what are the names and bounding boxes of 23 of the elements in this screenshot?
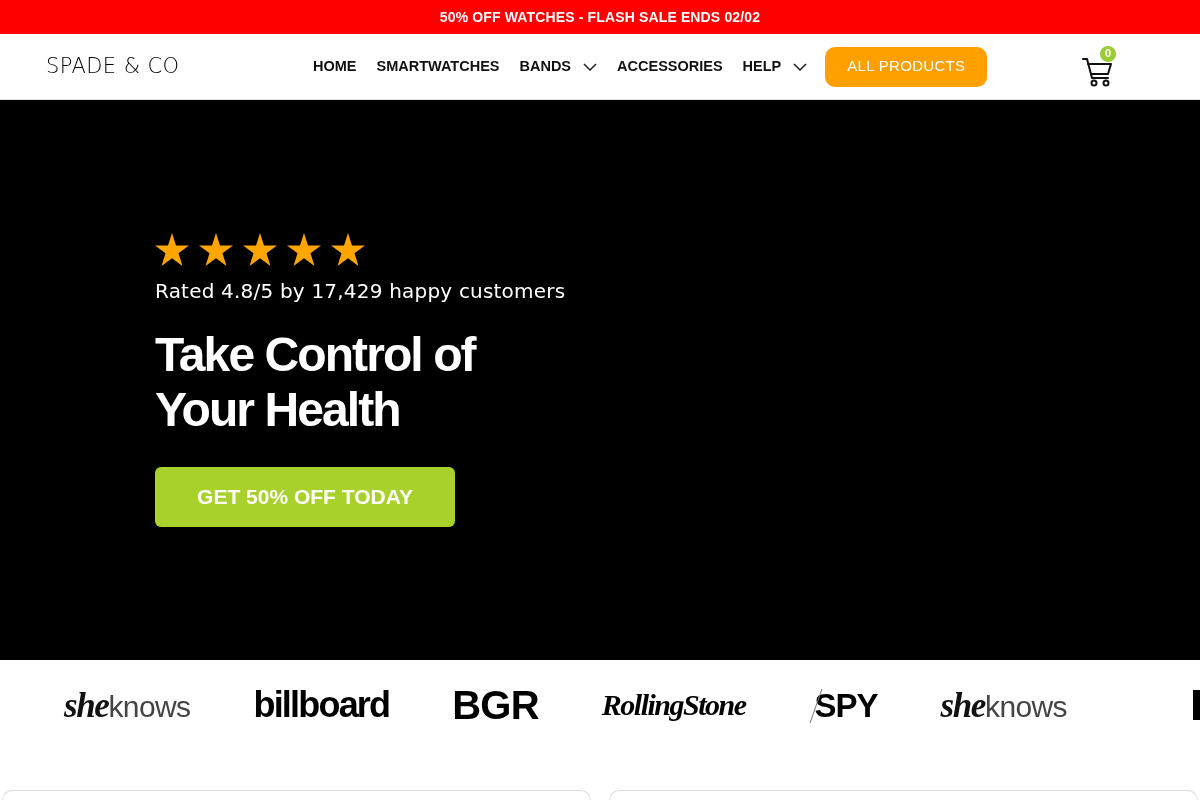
cut-off-logo-icon (1193, 690, 1200, 720)
star-icon (155, 233, 189, 266)
cart-count-badge: 0 (1100, 45, 1116, 62)
press-logo: sheknows (64, 687, 191, 723)
press-logo: BGR (452, 685, 539, 725)
nav-link[interactable]: HOME (313, 55, 357, 78)
cart-icon[interactable] (1082, 56, 1113, 87)
star-icon (199, 233, 233, 266)
hero-heading: Take Control of Your Health (155, 327, 477, 437)
nav-link[interactable]: HELP (742, 55, 808, 78)
press-logo: SPY (808, 688, 878, 722)
star-icon (243, 233, 277, 266)
press-logo: RollingStone (601, 690, 746, 720)
star-icon (287, 233, 321, 266)
press-logo: sheknows (940, 687, 1068, 723)
press-logo: billboard (253, 687, 390, 723)
announcement-text: 50% OFF WATCHES - FLASH SALE ENDS 02/02 (439, 7, 761, 27)
nav-link[interactable]: BANDS (519, 55, 598, 78)
star-icon (331, 233, 365, 266)
rating-text: Rated 4.8/5 by 17,429 happy customers (155, 278, 566, 305)
brand-logo[interactable]: SPADE & CO (46, 53, 180, 78)
nav-link[interactable]: SMARTWATCHES (376, 55, 500, 78)
nav-link[interactable]: ACCESSORIES (617, 55, 723, 78)
